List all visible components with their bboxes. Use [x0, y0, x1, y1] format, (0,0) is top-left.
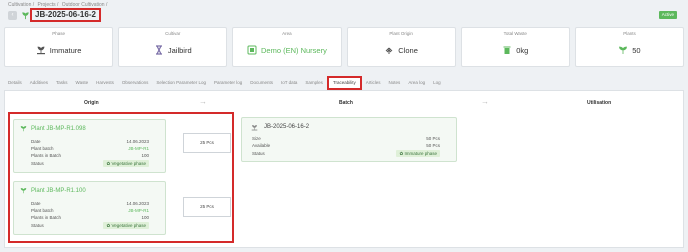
field-label: Size — [252, 136, 261, 141]
card-area: Area Demo (EN) Nursery — [232, 27, 342, 67]
tab-harvests[interactable]: Harvests — [92, 76, 118, 90]
tab-tasks[interactable]: Tasks — [52, 76, 72, 90]
field-value: 14.06.2023 — [126, 201, 149, 206]
field-label: Date — [31, 201, 41, 206]
field-value: 100 — [141, 215, 149, 220]
clone-icon — [385, 47, 393, 54]
arrow-right-icon: → — [481, 97, 489, 106]
field-label: Status — [31, 161, 44, 166]
field-label: Plant batch — [31, 146, 54, 151]
field-label: Status — [252, 151, 265, 156]
traceability-panel: Origin → Batch → Utilisation Plant JB-MP… — [4, 90, 684, 248]
tab-samples[interactable]: Samples — [301, 76, 327, 90]
seedling-icon — [619, 46, 628, 54]
origin-list: Plant JB-MP-R1.098 Date 14.06.2023 Plant … — [8, 112, 234, 243]
status-badge: ✿ Vegetative phase — [103, 160, 149, 167]
field-value: 14.06.2023 — [126, 139, 149, 144]
card-value: Immature — [49, 45, 82, 55]
column-header-utilisation: Utilisation — [587, 100, 612, 106]
origin-plant-card[interactable]: Plant JB-MP-R1.100 Date 14.06.2023 Plant … — [13, 181, 166, 235]
column-header-batch: Batch — [339, 100, 353, 106]
tab-details[interactable]: Details — [4, 76, 26, 90]
tab-articles[interactable]: Articles — [362, 76, 385, 90]
card-value[interactable]: Jailbird — [168, 46, 192, 55]
card-phase: Phase Immature — [4, 27, 114, 67]
arrow-right-icon: → — [199, 97, 207, 106]
card-cultivar: Cultivar Jailbird — [118, 27, 228, 67]
seedling-icon — [20, 126, 27, 132]
area-icon — [247, 45, 257, 55]
field-label: Available — [252, 143, 271, 148]
hourglass-icon — [155, 45, 162, 55]
page: Cultivation / Projects / Outdoor Cultiva… — [0, 0, 688, 252]
quantity-box: 25 Pcs — [183, 197, 231, 217]
card-value: 0kg — [516, 45, 529, 55]
tab-documents[interactable]: Documents — [246, 76, 277, 90]
field-value: 50 Pcs — [426, 143, 440, 148]
card-value: 50 — [632, 45, 641, 55]
sprout-icon — [36, 46, 45, 55]
status-badge: ✿ Immature phase — [396, 150, 440, 157]
origin-plant-card[interactable]: Plant JB-MP-R1.098 Date 14.06.2023 Plant … — [13, 119, 166, 173]
field-label: Date — [31, 139, 41, 144]
status-badge: ✿ Vegetative phase — [103, 222, 149, 229]
card-label: Total Waste — [503, 31, 527, 36]
plant-title[interactable]: Plant JB-MP-R1.100 — [31, 188, 86, 194]
sprout-icon — [22, 12, 29, 20]
seedling-icon — [20, 188, 27, 194]
card-label: Cultivar — [165, 31, 181, 36]
tab-selection-parameter-log[interactable]: Selection Parameter Log — [152, 76, 210, 90]
tab-notes[interactable]: Notes — [385, 76, 405, 90]
tab-waste[interactable]: Waste — [72, 76, 93, 90]
card-value: Clone — [398, 45, 418, 55]
card-label: Plant Origin — [389, 31, 413, 36]
tab-area-log[interactable]: Area log — [404, 76, 429, 90]
tab-bar: Details Additives Tasks Waste Harvests Observ… — [4, 76, 445, 90]
page-title: JB-2025-06-16-2 — [30, 8, 101, 22]
card-label: Phase — [52, 31, 65, 36]
field-value: 100 — [141, 153, 149, 158]
tab-log[interactable]: Log — [429, 76, 445, 90]
card-total-waste: Total Waste 0kg — [460, 27, 570, 67]
card-label: Plants — [623, 31, 636, 36]
tab-parameter-log[interactable]: Parameter log — [210, 76, 246, 90]
tab-iot-data[interactable]: IoT data — [277, 76, 301, 90]
field-label: Plant batch — [31, 208, 54, 213]
quantity-box: 25 Pcs — [183, 133, 231, 153]
field-label: Plants in Batch — [31, 215, 62, 220]
tab-traceability[interactable]: Traceability — [326, 76, 362, 90]
back-button[interactable]: ‹ — [8, 11, 17, 20]
batch-card[interactable]: JB-2025-06-16-2 Size 50 Pcs Available 50 P… — [241, 117, 457, 162]
card-plants: Plants 50 — [574, 27, 685, 67]
field-label: Plants in Batch — [31, 153, 62, 158]
card-value[interactable]: Demo (EN) Nursery — [261, 46, 327, 55]
column-header-origin: Origin — [84, 100, 99, 106]
field-label: Status — [31, 223, 44, 228]
card-label: Area — [282, 31, 292, 36]
summary-cards: Phase Immature Cultivar Jailbird Area De… — [4, 27, 685, 67]
plant-batch-link[interactable]: JB-MP-R1 — [128, 146, 149, 151]
plant-batch-link[interactable]: JB-MP-R1 — [128, 208, 149, 213]
tab-observations[interactable]: Observations — [118, 76, 153, 90]
sprout-icon — [251, 125, 258, 131]
trash-icon — [503, 46, 511, 54]
status-badge: Active — [658, 11, 677, 19]
field-value: 50 Pcs — [426, 136, 440, 141]
plant-title[interactable]: Plant JB-MP-R1.098 — [31, 126, 86, 132]
card-plant-origin: Plant Origin Clone — [346, 27, 456, 67]
batch-title: JB-2025-06-16-2 — [264, 124, 310, 130]
tab-additives[interactable]: Additives — [26, 76, 52, 90]
